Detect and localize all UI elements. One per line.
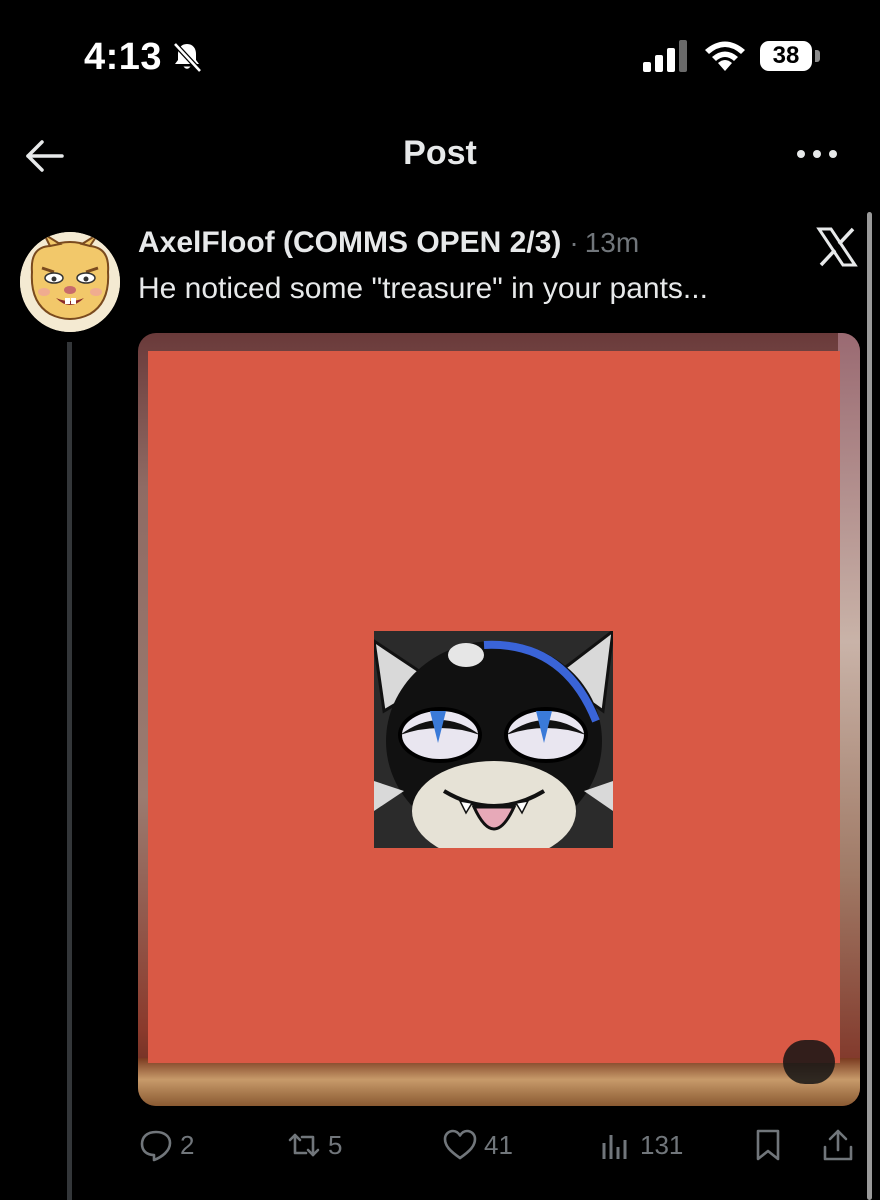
sticker-cat-image: [374, 631, 613, 848]
post-actions: 2 5 41 131: [138, 1120, 860, 1170]
post-text: He noticed some "treasure" in your pants…: [138, 272, 708, 305]
avatar[interactable]: [20, 232, 120, 332]
bell-off-icon: [173, 42, 202, 73]
repost-button[interactable]: 5: [286, 1120, 342, 1170]
status-time: 4:13: [84, 36, 163, 78]
status-bar: 4:13 38: [0, 0, 880, 110]
avatar-cat-icon: [20, 232, 120, 332]
page-title: Post: [403, 134, 477, 172]
scrollbar[interactable]: [867, 212, 872, 1200]
media-background-floor: [138, 1058, 860, 1106]
black-cat-face-icon: [374, 631, 613, 848]
meta-separator: ·: [569, 227, 579, 258]
media-expand-badge[interactable]: [783, 1040, 835, 1084]
views-count: 131: [640, 1129, 684, 1160]
more-horizontal-icon[interactable]: [794, 140, 840, 168]
bookmark-icon: [756, 1129, 780, 1161]
wifi-icon: [705, 41, 745, 71]
views-chart-icon: [602, 1135, 627, 1159]
author-name[interactable]: AxelFloof (COMMS OPEN 2/3): [138, 226, 561, 260]
reply-count: 2: [180, 1129, 195, 1160]
post-header: AxelFloof (COMMS OPEN 2/3) · 13m: [138, 226, 639, 270]
share-button[interactable]: [820, 1120, 862, 1170]
heart-icon: [443, 1129, 477, 1160]
share-icon: [823, 1129, 853, 1161]
views-button[interactable]: 131: [598, 1120, 683, 1170]
like-count: 41: [484, 1129, 513, 1160]
post-time[interactable]: 13m: [585, 227, 639, 259]
battery-icon: 38: [760, 41, 812, 71]
reply-icon: [140, 1130, 172, 1162]
media-background-wall: [838, 333, 860, 1106]
repost-count: 5: [328, 1129, 343, 1160]
x-logo-icon: [816, 227, 858, 267]
like-button[interactable]: 41: [442, 1120, 513, 1170]
battery-level: 38: [772, 42, 800, 69]
thread-line: [67, 342, 72, 1200]
battery-tip: [815, 50, 820, 62]
reply-button[interactable]: 2: [138, 1120, 194, 1170]
repost-icon: [288, 1133, 320, 1157]
signal-icon: [643, 40, 687, 72]
bookmark-button[interactable]: [750, 1120, 792, 1170]
